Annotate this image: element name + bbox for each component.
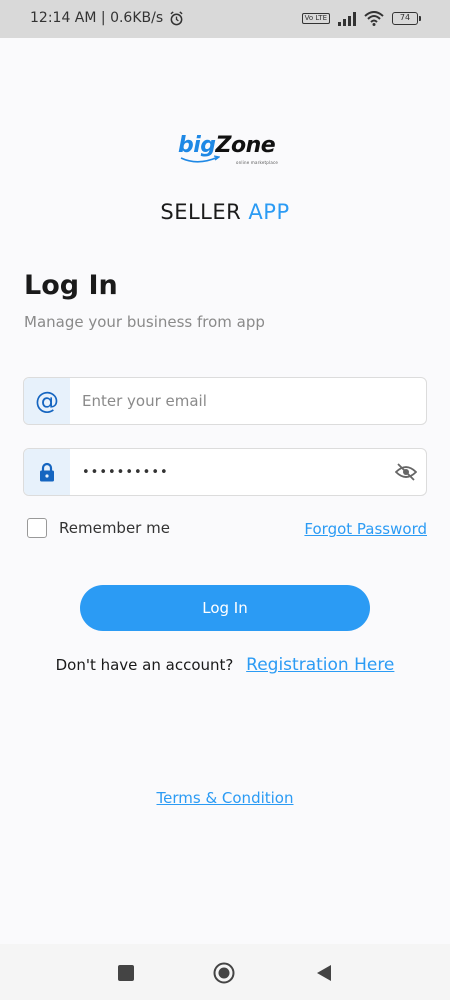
password-field-icon-box	[24, 449, 70, 495]
remember-me-label: Remember me	[59, 519, 170, 537]
terms-link[interactable]: Terms & Condition	[157, 789, 294, 807]
signup-row: Don't have an account? Registration Here	[0, 655, 450, 675]
at-sign-icon: @	[35, 387, 59, 415]
logo-tagline: online marketplace	[236, 160, 279, 165]
app-title: SELLER APP	[0, 200, 450, 224]
app-title-seller: SELLER	[160, 200, 242, 224]
back-button[interactable]	[313, 962, 335, 984]
logo-zone: Zone	[215, 133, 276, 158]
eye-off-icon	[395, 463, 417, 481]
app-title-app: APP	[248, 200, 290, 224]
page-subtitle: Manage your business from app	[24, 313, 265, 331]
login-button[interactable]: Log In	[80, 585, 370, 631]
status-left: 12:14 AM | 0.6KB/s	[30, 10, 184, 26]
status-bar: 12:14 AM | 0.6KB/s Vo LTE 74	[0, 0, 450, 38]
password-field: ••••••••••	[23, 448, 427, 496]
email-field-icon-box: @	[24, 378, 70, 424]
status-right: Vo LTE 74	[301, 11, 421, 26]
terms-row: Terms & Condition	[0, 789, 450, 807]
home-icon	[213, 962, 235, 984]
battery-icon: 74	[392, 12, 421, 25]
signup-prompt: Don't have an account?	[55, 656, 234, 674]
remember-me-row: Remember me	[27, 518, 170, 538]
lock-icon	[40, 462, 54, 482]
forgot-password-link[interactable]: Forgot Password	[304, 520, 427, 538]
password-visibility-toggle[interactable]	[386, 463, 426, 481]
password-input[interactable]: ••••••••••	[70, 449, 386, 495]
logo-swoosh-icon	[180, 155, 220, 163]
registration-link[interactable]: Registration Here	[246, 655, 394, 675]
email-input[interactable]	[70, 378, 426, 424]
signal-icon	[338, 11, 356, 26]
status-time-speed: 12:14 AM | 0.6KB/s	[30, 10, 164, 26]
home-button[interactable]	[213, 962, 235, 984]
wifi-icon	[364, 11, 384, 26]
alarm-icon	[170, 10, 183, 25]
recent-apps-icon	[118, 965, 134, 981]
back-icon	[317, 965, 331, 981]
email-field: @	[23, 377, 427, 425]
system-nav-bar	[0, 944, 450, 1000]
recent-apps-button[interactable]	[115, 962, 137, 984]
remember-me-checkbox[interactable]	[27, 518, 47, 538]
volte-icon: Vo LTE	[301, 13, 330, 24]
bigzone-logo: bigZone online marketplace	[178, 133, 278, 173]
page-title: Log In	[24, 270, 118, 301]
